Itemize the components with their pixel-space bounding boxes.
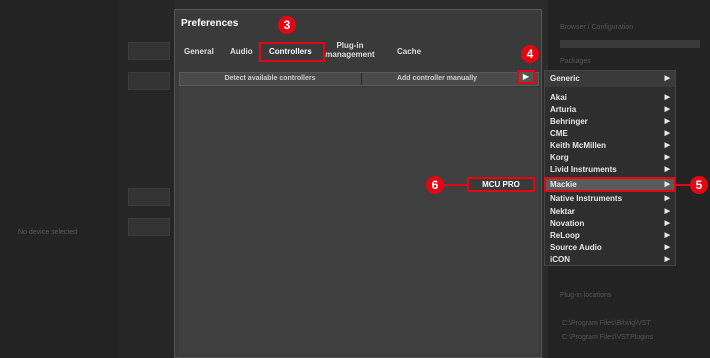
menu-item-icon[interactable]: iCON ▶ xyxy=(550,254,670,266)
menu-item-generic[interactable]: Generic ▶ xyxy=(550,73,670,85)
add-controller-button[interactable]: Add controller manually xyxy=(362,73,512,85)
menu-item-label: iCON xyxy=(550,255,570,264)
tab-audio[interactable]: Audio xyxy=(230,47,253,56)
menu-item-source-audio[interactable]: Source Audio ▶ xyxy=(550,242,670,254)
add-controller-arrow-button[interactable]: ▶ xyxy=(517,70,535,84)
chevron-right-icon: ▶ xyxy=(664,208,670,215)
track-block xyxy=(128,188,170,206)
chevron-right-icon: ▶ xyxy=(664,130,670,137)
chevron-right-icon: ▶ xyxy=(664,118,670,125)
plugin-locations-label: Plug-in locations xyxy=(560,292,612,299)
controllers-list-area xyxy=(179,87,539,355)
menu-item-label: Novation xyxy=(550,219,585,228)
submenu-item-mcu-pro[interactable]: MCU PRO xyxy=(467,177,535,192)
callout-5-line xyxy=(676,184,690,186)
chevron-right-icon: ▶ xyxy=(664,232,670,239)
chevron-right-icon: ▶ xyxy=(664,106,670,113)
menu-item-label: Behringer xyxy=(550,117,588,126)
chevron-right-icon: ▶ xyxy=(664,244,670,251)
menu-item-reloop[interactable]: ReLoop ▶ xyxy=(550,230,670,242)
menu-item-label: Generic xyxy=(550,74,580,83)
detect-controllers-button[interactable]: Detect available controllers xyxy=(179,73,361,85)
track-block xyxy=(128,218,170,236)
menu-item-native-instruments[interactable]: Native Instruments ▶ xyxy=(550,193,670,205)
menu-item-label: Nektar xyxy=(550,207,575,216)
menu-item-label: Keith McMillen xyxy=(550,141,607,150)
dialog-title: Preferences xyxy=(181,18,239,29)
menu-item-akai[interactable]: Akai ▶ xyxy=(550,92,670,104)
menu-item-livid-instruments[interactable]: Livid Instruments ▶ xyxy=(550,164,670,176)
track-block xyxy=(128,42,170,60)
toolbar-row xyxy=(560,40,700,48)
menu-item-arturia[interactable]: Arturia ▶ xyxy=(550,104,670,116)
chevron-right-icon: ▶ xyxy=(664,94,670,101)
menu-item-label: ReLoop xyxy=(550,231,580,240)
chevron-right-icon: ▶ xyxy=(664,166,670,173)
menu-item-novation[interactable]: Novation ▶ xyxy=(550,218,670,230)
menu-item-nektar[interactable]: Nektar ▶ xyxy=(550,206,670,218)
menu-item-label: CME xyxy=(550,129,568,138)
menu-item-label: Source Audio xyxy=(550,243,602,252)
tab-cache[interactable]: Cache xyxy=(397,47,421,56)
controllers-highlight xyxy=(259,42,325,62)
menu-item-label: Korg xyxy=(550,153,569,162)
menu-item-label: Mackie xyxy=(550,180,577,189)
menu-item-label: Livid Instruments xyxy=(550,165,617,174)
left-panel: No device selected xyxy=(0,0,118,358)
menu-item-mackie[interactable]: Mackie ▶ xyxy=(550,179,670,191)
chevron-right-icon: ▶ xyxy=(664,181,670,188)
tab-plugin-management[interactable]: Plug-in management xyxy=(325,41,375,59)
callout-5: 5 xyxy=(690,176,708,194)
chevron-right-icon: ▶ xyxy=(664,195,670,202)
chevron-right-icon: ▶ xyxy=(664,142,670,149)
menu-item-label: Arturia xyxy=(550,105,577,114)
track-block xyxy=(128,72,170,90)
callout-6-line xyxy=(444,184,467,186)
menu-item-label: Akai xyxy=(550,93,567,102)
chevron-right-icon: ▶ xyxy=(664,220,670,227)
plugin-path-2: C:\Program Files\VSTPlugins xyxy=(562,334,654,341)
callout-4: 4 xyxy=(521,45,539,63)
menu-item-cme[interactable]: CME ▶ xyxy=(550,128,670,140)
browser-header: Browser / Configuration xyxy=(560,24,634,31)
track-strip xyxy=(118,0,174,358)
menu-item-label: Native Instruments xyxy=(550,194,623,203)
menu-item-behringer[interactable]: Behringer ▶ xyxy=(550,116,670,128)
tab-general[interactable]: General xyxy=(184,47,214,56)
menu-item-keith-mcmillen[interactable]: Keith McMillen ▶ xyxy=(550,140,670,152)
packages-label: Packages xyxy=(560,58,591,65)
callout-3: 3 xyxy=(278,16,296,34)
no-device-label: No device selected xyxy=(18,229,78,236)
chevron-right-icon: ▶ xyxy=(664,75,670,82)
chevron-right-icon: ▶ xyxy=(664,154,670,161)
menu-item-korg[interactable]: Korg ▶ xyxy=(550,152,670,164)
callout-6: 6 xyxy=(426,176,444,194)
plugin-path-1: C:\Program Files\Bitwig\VST xyxy=(562,320,651,327)
chevron-right-icon: ▶ xyxy=(664,256,670,263)
